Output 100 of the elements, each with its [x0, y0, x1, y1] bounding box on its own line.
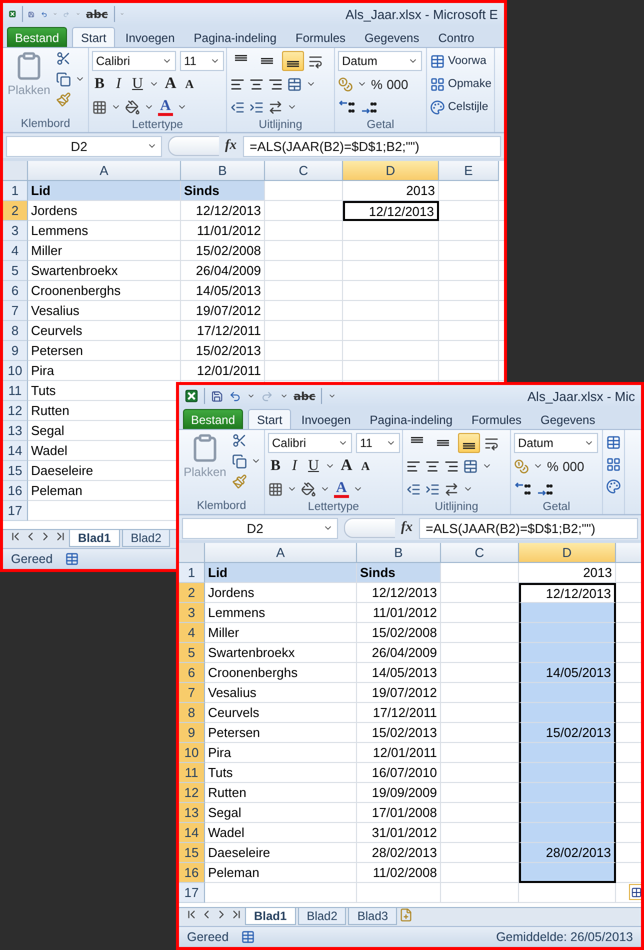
- ribbon-tab[interactable]: Gegevens: [356, 27, 428, 47]
- column-header[interactable]: E: [439, 161, 499, 181]
- format-painter-icon[interactable]: [56, 92, 71, 107]
- row-header[interactable]: 13: [3, 421, 28, 441]
- decrease-indent-icon[interactable]: [230, 100, 245, 114]
- orientation-icon[interactable]: [268, 100, 283, 114]
- column-header[interactable]: B: [357, 543, 441, 563]
- row-header[interactable]: 6: [179, 663, 205, 683]
- styles-button[interactable]: Voorwa: [430, 51, 486, 71]
- shrink-font-button[interactable]: A: [182, 76, 197, 92]
- column-header[interactable]: D: [343, 161, 439, 181]
- row-header[interactable]: 1: [179, 563, 205, 583]
- font-color-button[interactable]: A: [158, 98, 173, 116]
- row-header[interactable]: 16: [3, 481, 28, 501]
- last-sheet-icon[interactable]: [230, 908, 243, 921]
- table-cell[interactable]: [519, 823, 616, 843]
- align-left-icon[interactable]: [230, 76, 245, 92]
- row-header[interactable]: 7: [179, 683, 205, 703]
- increase-indent-icon[interactable]: [249, 100, 264, 114]
- ribbon-tab[interactable]: Formules: [462, 409, 531, 429]
- table-cell[interactable]: [519, 803, 616, 823]
- orientation-icon[interactable]: [444, 482, 459, 496]
- coins-icon[interactable]: [338, 76, 353, 92]
- number-format-dropdown[interactable]: Datum: [514, 433, 598, 453]
- save-icon[interactable]: [210, 388, 223, 404]
- table-cell[interactable]: [519, 623, 616, 643]
- grow-font-button[interactable]: A: [339, 457, 354, 475]
- fill-color-icon[interactable]: [125, 100, 140, 114]
- scissors-icon[interactable]: [56, 51, 71, 66]
- column-header[interactable]: C: [265, 161, 343, 181]
- grid-icon[interactable]: [606, 457, 621, 472]
- borders-icon[interactable]: [268, 482, 283, 496]
- table-cell[interactable]: 12/12/2013: [343, 201, 439, 221]
- scissors-icon[interactable]: [232, 433, 247, 448]
- sheet-tab[interactable]: Blad2: [122, 530, 170, 547]
- resize-handle[interactable]: [344, 518, 395, 538]
- palette-icon[interactable]: [606, 479, 621, 494]
- align-center-icon[interactable]: [249, 76, 264, 92]
- row-header[interactable]: 14: [179, 823, 205, 843]
- ribbon-tab[interactable]: Start: [72, 27, 116, 47]
- row-header[interactable]: 5: [3, 261, 28, 281]
- increase-indent-icon[interactable]: [425, 482, 440, 496]
- table-cell[interactable]: [519, 683, 616, 703]
- insert-function-button[interactable]: fx: [225, 138, 237, 154]
- grow-font-button[interactable]: A: [163, 75, 178, 93]
- table-icon[interactable]: [606, 435, 621, 450]
- sheet-tab[interactable]: Blad1: [69, 530, 120, 547]
- percent-button[interactable]: %: [547, 458, 559, 474]
- row-header[interactable]: 12: [179, 783, 205, 803]
- row-header[interactable]: 15: [179, 843, 205, 863]
- font-style-button[interactable]: I: [287, 458, 302, 474]
- column-header[interactable]: B: [181, 161, 265, 181]
- ribbon-tab[interactable]: Gegevens: [532, 409, 604, 429]
- row-header[interactable]: 8: [3, 321, 28, 341]
- row-header[interactable]: 2: [3, 201, 28, 221]
- resize-handle[interactable]: [168, 136, 219, 156]
- align-button[interactable]: [458, 433, 480, 453]
- row-header[interactable]: 10: [179, 743, 205, 763]
- row-header[interactable]: 13: [179, 803, 205, 823]
- align-right-icon[interactable]: [268, 76, 283, 92]
- file-tab[interactable]: Bestand: [7, 27, 68, 47]
- sheet-tab[interactable]: Blad3: [348, 908, 398, 925]
- borders-icon[interactable]: [92, 100, 107, 114]
- row-header[interactable]: 1: [3, 181, 28, 201]
- fill-color-icon[interactable]: [301, 482, 316, 496]
- font-size-dropdown[interactable]: 11: [356, 433, 400, 453]
- row-header[interactable]: 4: [3, 241, 28, 261]
- ribbon-tab[interactable]: Pagina-indeling: [360, 409, 462, 429]
- ribbon-tab[interactable]: Invoegen: [116, 27, 184, 47]
- font-style-button[interactable]: B: [268, 458, 283, 474]
- wrap-text-icon[interactable]: [308, 54, 323, 68]
- spelling-button[interactable]: abc: [86, 8, 108, 20]
- ribbon-tab[interactable]: Start: [248, 409, 292, 429]
- table-cell[interactable]: [519, 603, 616, 623]
- table-cell[interactable]: [519, 703, 616, 723]
- autofill-options-button[interactable]: [628, 884, 641, 900]
- row-header[interactable]: 9: [179, 723, 205, 743]
- table-cell[interactable]: 2013: [519, 563, 616, 583]
- styles-button[interactable]: Celstijle: [430, 97, 488, 117]
- number-format-dropdown[interactable]: Datum: [338, 51, 422, 71]
- row-header[interactable]: 17: [179, 883, 205, 903]
- table-cell[interactable]: 15/02/2013: [519, 723, 616, 743]
- decrease-indent-icon[interactable]: [406, 482, 421, 496]
- table-cell[interactable]: 14/05/2013: [519, 663, 616, 683]
- row-header[interactable]: 11: [179, 763, 205, 783]
- styles-button[interactable]: Opmake: [430, 74, 492, 94]
- row-header[interactable]: 16: [179, 863, 205, 883]
- table-cell[interactable]: 28/02/2013: [519, 843, 616, 863]
- increase-decimal-icon[interactable]: [514, 481, 532, 497]
- coins-icon[interactable]: [514, 458, 529, 474]
- wrap-text-icon[interactable]: [484, 436, 499, 450]
- font-style-button[interactable]: U: [130, 76, 145, 92]
- column-header[interactable]: C: [441, 543, 519, 563]
- font-style-button[interactable]: I: [111, 76, 126, 92]
- align-right-icon[interactable]: [444, 458, 459, 474]
- table-cell[interactable]: [519, 643, 616, 663]
- align-center-icon[interactable]: [425, 458, 440, 474]
- row-header[interactable]: 14: [3, 441, 28, 461]
- font-dropdown[interactable]: Calibri: [92, 51, 176, 71]
- row-header[interactable]: 9: [3, 341, 28, 361]
